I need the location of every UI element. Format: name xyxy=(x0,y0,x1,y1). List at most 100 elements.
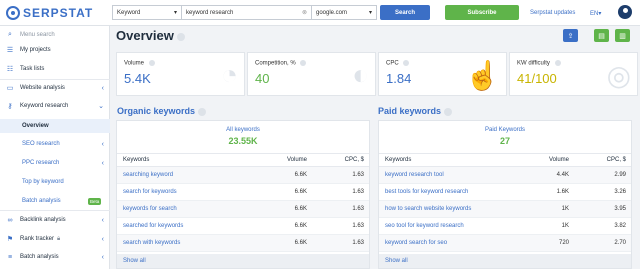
task-list-icon: ☷ xyxy=(6,66,14,73)
show-all-link[interactable]: Show all xyxy=(117,254,369,268)
cpc-card: CPC 1.84 ☝ xyxy=(378,52,507,96)
table-row: keywords for search 6.6K 1.63 xyxy=(117,201,369,218)
page-title: Overview xyxy=(116,28,185,43)
card-label: Volume xyxy=(124,60,155,67)
serpstat-logo[interactable]: SERPSTAT xyxy=(6,6,93,20)
card-value: 1.84 xyxy=(386,71,412,86)
sidebar-item-batch-analysis[interactable]: ≡ Batch analysis ‹ xyxy=(0,250,110,264)
volume-cell: 720 xyxy=(558,240,569,246)
sidebar-item-label: Website analysis xyxy=(20,85,65,91)
sidebar-item-task-lists[interactable]: ☷ Task lists xyxy=(0,62,110,76)
volume-cell: 4.4K xyxy=(556,172,569,178)
all-keywords-link[interactable]: All keywords xyxy=(117,127,369,133)
table-row: seo tool for keyword research 1K 3.82 xyxy=(379,218,631,235)
card-value: 40 xyxy=(255,71,270,86)
list-icon: ☰ xyxy=(6,47,14,54)
database-value: google.com xyxy=(316,9,348,16)
chevron-left-icon: ‹ xyxy=(101,84,104,92)
cpc-cell: 2.70 xyxy=(614,240,626,246)
sidebar-item-backlink-analysis[interactable]: ∞ Backlink analysis ‹ xyxy=(0,213,110,227)
cpc-cell: 3.82 xyxy=(614,223,626,229)
keyword-link[interactable]: best tools for keyword research xyxy=(385,184,468,200)
sidebar-item-label: Backlink analysis xyxy=(20,217,66,223)
sidebar-item-overview[interactable]: Overview xyxy=(0,119,110,133)
chevron-down-icon: ▾ xyxy=(368,10,372,16)
sidebar-item-my-projects[interactable]: ☰ My projects xyxy=(0,43,110,57)
help-icon[interactable] xyxy=(198,107,207,116)
column-header-cpc[interactable]: CPC, $ xyxy=(322,154,364,166)
sidebar-item-ppc-research[interactable]: PPC research ‹ xyxy=(0,156,110,170)
keyword-link[interactable]: keywords for search xyxy=(123,201,177,217)
sidebar-item-keyword-research[interactable]: ⚷ Keyword research ⌄ xyxy=(0,99,110,113)
chevron-left-icon: ‹ xyxy=(101,159,104,167)
paid-keywords-link[interactable]: Paid Keywords xyxy=(379,127,631,133)
column-header-keywords[interactable]: Keywords xyxy=(123,154,149,166)
column-header-volume[interactable]: Volume xyxy=(529,154,569,166)
sidebar-item-top-by-keyword[interactable]: Top by keyword xyxy=(0,175,110,189)
report-button[interactable]: ▤ xyxy=(594,29,609,42)
sidebar-menu-search[interactable]: ⌕ Menu search xyxy=(0,28,110,42)
info-icon[interactable] xyxy=(554,60,561,66)
sidebar-item-batch-analysis-sub[interactable]: Batch analysis Beta xyxy=(0,194,110,208)
keyword-link[interactable]: seo tool for keyword research xyxy=(385,218,464,234)
chevron-left-icon: ‹ xyxy=(101,253,104,261)
paid-keywords-count: 27 xyxy=(499,136,510,146)
table-row: keyword research tool 4.4K 2.99 xyxy=(379,167,631,184)
database-select[interactable]: google.com ▾ xyxy=(312,5,377,20)
chevron-left-icon: ‹ xyxy=(101,216,104,224)
export-icon: ⇪ xyxy=(567,32,574,40)
volume-card: Volume 5.4K ◔ xyxy=(116,52,245,96)
key-icon: ⚷ xyxy=(7,103,13,110)
language-value: EN xyxy=(590,11,599,17)
sidebar-item-seo-research[interactable]: SEO research ‹ xyxy=(0,137,110,151)
organic-keywords-panel: All keywords 23.55K Keywords Volume CPC,… xyxy=(116,120,370,269)
column-header-keywords[interactable]: Keywords xyxy=(385,154,411,166)
search-button[interactable]: Search xyxy=(380,5,430,20)
search-input[interactable]: keyword research ⊗ xyxy=(182,5,312,20)
paid-keywords-title: Paid keywords xyxy=(378,106,453,116)
show-all-link[interactable]: Show all xyxy=(379,254,631,268)
competition-card: Competition, % 40 ◐ xyxy=(247,52,376,96)
chevron-left-icon: ‹ xyxy=(101,140,104,148)
info-icon[interactable] xyxy=(403,60,410,66)
fish-icon: ◐ xyxy=(352,59,369,90)
keyword-link[interactable]: keyword search for seo xyxy=(385,235,447,251)
search-type-select[interactable]: Keyword ▾ xyxy=(112,5,182,20)
column-header-cpc[interactable]: CPC, $ xyxy=(584,154,626,166)
keyword-link[interactable]: how to search website keywords xyxy=(385,201,471,217)
search-icon: ⌕ xyxy=(8,31,12,38)
help-icon[interactable] xyxy=(176,32,185,41)
volume-cell: 1K xyxy=(561,223,569,229)
user-avatar[interactable] xyxy=(618,5,632,19)
rank-tracker-icon: ⚑ xyxy=(6,236,14,243)
sidebar-item-rank-tracker[interactable]: ⚑ Rank tracker 🔒︎ ‹ xyxy=(0,232,110,246)
info-icon[interactable] xyxy=(300,60,307,66)
keyword-link[interactable]: search with keywords xyxy=(123,235,180,251)
cpc-cell: 2.99 xyxy=(614,172,626,178)
column-header-volume[interactable]: Volume xyxy=(267,154,307,166)
help-icon[interactable] xyxy=(444,107,453,116)
table-row: how to search website keywords 1K 3.95 xyxy=(379,201,631,218)
keyword-link[interactable]: searching keyword xyxy=(123,167,173,183)
search-type-value: Keyword xyxy=(117,9,141,16)
top-bar: SERPSTAT Keyword ▾ keyword research ⊗ go… xyxy=(0,0,640,26)
clear-icon[interactable]: ⊗ xyxy=(302,9,307,16)
link-icon: ∞ xyxy=(7,216,13,224)
updates-link[interactable]: Serpstat updates xyxy=(530,10,575,16)
chevron-left-icon: ‹ xyxy=(101,235,104,243)
language-select[interactable]: EN▾ xyxy=(590,10,601,17)
sidebar-item-label: Task lists xyxy=(20,66,45,72)
pdf-button[interactable]: ▥ xyxy=(615,29,630,42)
volume-cell: 6.6K xyxy=(294,172,307,178)
subscribe-button[interactable]: Subscribe xyxy=(445,5,519,20)
sidebar-item-label: Rank tracker xyxy=(20,236,55,242)
divider xyxy=(0,210,110,211)
sidebar-item-website-analysis[interactable]: ▭ Website analysis ‹ xyxy=(0,81,110,95)
info-icon[interactable] xyxy=(148,60,155,66)
table-row: keyword search for seo 720 2.70 xyxy=(379,235,631,252)
keyword-link[interactable]: searched for keywords xyxy=(123,218,183,234)
export-button[interactable]: ⇪ xyxy=(563,29,578,42)
keyword-link[interactable]: search for keywords xyxy=(123,184,177,200)
table-row: search for keywords 6.6K 1.63 xyxy=(117,184,369,201)
keyword-link[interactable]: keyword research tool xyxy=(385,167,444,183)
